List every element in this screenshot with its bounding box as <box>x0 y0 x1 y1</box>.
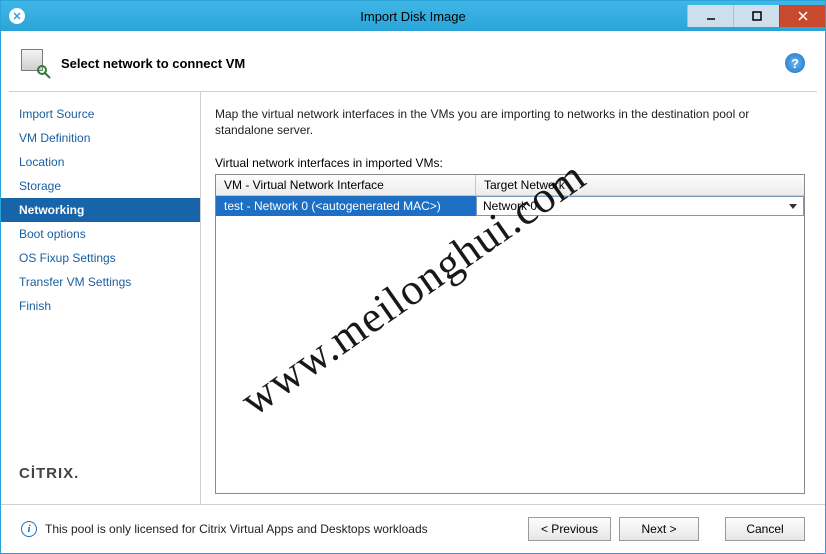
network-interfaces-table: VM - Virtual Network Interface Target Ne… <box>215 174 805 494</box>
page-title: Select network to connect VM <box>61 56 245 71</box>
wizard-footer: i This pool is only licensed for Citrix … <box>1 504 825 553</box>
license-text: This pool is only licensed for Citrix Vi… <box>45 522 428 536</box>
title-bar: ✕ Import Disk Image <box>1 1 825 31</box>
step-finish[interactable]: Finish <box>1 294 200 318</box>
info-icon: i <box>21 521 37 537</box>
main-panel: Map the virtual network interfaces in th… <box>201 92 825 504</box>
step-location[interactable]: Location <box>1 150 200 174</box>
table-body: test - Network 0 (<autogenerated MAC>) N… <box>216 196 804 493</box>
previous-button[interactable]: < Previous <box>528 517 611 541</box>
step-transfer-vm[interactable]: Transfer VM Settings <box>1 270 200 294</box>
table-header: VM - Virtual Network Interface Target Ne… <box>216 175 804 196</box>
table-row[interactable]: test - Network 0 (<autogenerated MAC>) N… <box>216 196 804 216</box>
step-networking[interactable]: Networking <box>1 198 200 222</box>
wizard-header: Select network to connect VM ? <box>1 31 825 91</box>
citrix-brand: CİTRIX. <box>1 465 200 494</box>
next-button[interactable]: Next > <box>619 517 699 541</box>
wizard-steps-sidebar: Import Source VM Definition Location Sto… <box>1 92 201 504</box>
target-network-dropdown[interactable]: Network 0 <box>476 196 804 216</box>
description-text: Map the virtual network interfaces in th… <box>215 106 775 138</box>
footer-buttons: < Previous Next > Cancel <box>528 517 805 541</box>
step-storage[interactable]: Storage <box>1 174 200 198</box>
license-info: i This pool is only licensed for Citrix … <box>21 521 428 537</box>
cell-interface: test - Network 0 (<autogenerated MAC>) <box>216 196 476 216</box>
step-import-source[interactable]: Import Source <box>1 102 200 126</box>
chevron-down-icon <box>789 204 797 209</box>
close-button[interactable] <box>779 5 825 27</box>
maximize-button[interactable] <box>733 5 779 27</box>
step-boot-options[interactable]: Boot options <box>1 222 200 246</box>
step-os-fixup[interactable]: OS Fixup Settings <box>1 246 200 270</box>
import-disk-icon <box>21 49 49 77</box>
cancel-button[interactable]: Cancel <box>725 517 805 541</box>
window-buttons <box>687 5 825 27</box>
col-target-network[interactable]: Target Network <box>476 175 804 195</box>
col-vm-interface[interactable]: VM - Virtual Network Interface <box>216 175 476 195</box>
step-vm-definition[interactable]: VM Definition <box>1 126 200 150</box>
dropdown-value: Network 0 <box>483 199 537 213</box>
minimize-button[interactable] <box>687 5 733 27</box>
help-icon[interactable]: ? <box>785 53 805 73</box>
table-label: Virtual network interfaces in imported V… <box>215 156 805 170</box>
wizard-window: ✕ Import Disk Image Select network to co… <box>0 0 826 554</box>
system-menu-icon[interactable]: ✕ <box>9 8 25 24</box>
wizard-body: Import Source VM Definition Location Sto… <box>1 92 825 504</box>
